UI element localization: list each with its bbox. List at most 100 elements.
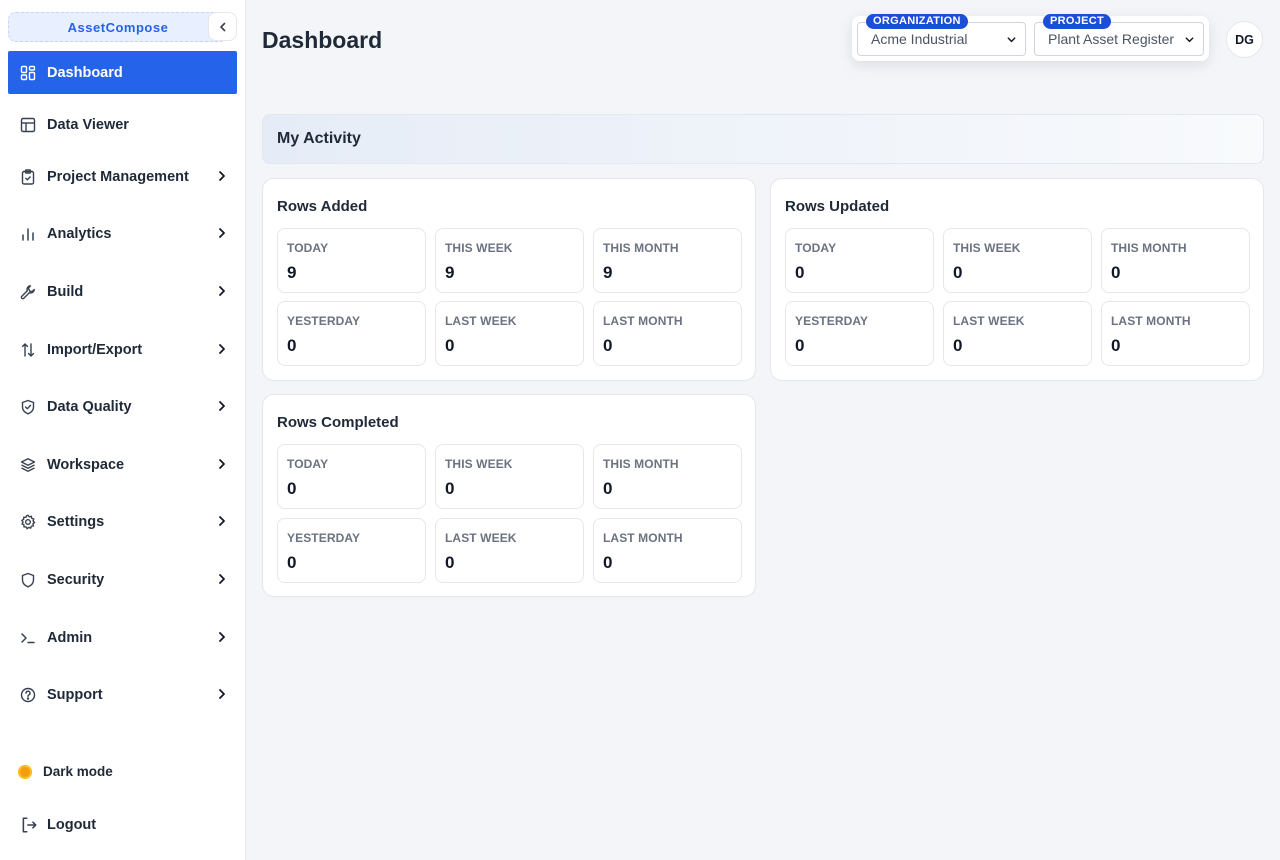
sidebar-item-label: Data Viewer bbox=[47, 116, 129, 133]
dark-mode-label: Dark mode bbox=[43, 764, 113, 779]
stat-label: THIS MONTH bbox=[1111, 241, 1187, 255]
sidebar-item-label: Analytics bbox=[47, 225, 112, 242]
brand-logo[interactable]: AssetCompose bbox=[8, 12, 228, 42]
stat-label: YESTERDAY bbox=[287, 531, 361, 545]
collapse-sidebar-button[interactable] bbox=[208, 12, 237, 41]
stat-value: 0 bbox=[445, 553, 455, 572]
sidebar-item-admin[interactable]: Admin bbox=[8, 616, 237, 659]
shield-icon bbox=[19, 571, 37, 589]
stat-value: 9 bbox=[603, 263, 613, 282]
stat-label: TODAY bbox=[795, 241, 837, 255]
help-circle-icon bbox=[19, 686, 37, 704]
stat-label: LAST MONTH bbox=[603, 314, 683, 328]
stat-tile: THIS WEEK 0 bbox=[435, 444, 584, 509]
logout-button[interactable]: Logout bbox=[20, 816, 96, 834]
stat-tile: TODAY 0 bbox=[277, 444, 426, 509]
sun-icon bbox=[18, 764, 32, 779]
sidebar-item-label: Support bbox=[47, 686, 103, 703]
sidebar-item-dashboard[interactable]: Dashboard bbox=[8, 51, 237, 94]
user-avatar[interactable]: DG bbox=[1226, 21, 1263, 58]
sidebar-item-label: Dashboard bbox=[47, 64, 123, 81]
stat-label: LAST MONTH bbox=[1111, 314, 1191, 328]
stat-value: 0 bbox=[795, 263, 805, 282]
stat-value: 0 bbox=[603, 336, 613, 355]
stat-label: YESTERDAY bbox=[287, 314, 361, 328]
chevron-right-icon bbox=[219, 171, 225, 181]
context-selectors: ORGANIZATION Acme Industrial PROJECT Pla… bbox=[852, 14, 1209, 61]
card-title: Rows Completed bbox=[277, 414, 399, 431]
chevron-right-icon bbox=[219, 286, 225, 296]
sidebar-item-label: Project Management bbox=[47, 168, 189, 185]
clipboard-icon bbox=[19, 168, 37, 186]
stat-tile: LAST WEEK 0 bbox=[435, 518, 584, 583]
sidebar-item-project-management[interactable]: Project Management bbox=[8, 155, 237, 198]
stat-label: TODAY bbox=[287, 241, 329, 255]
sidebar-item-data-viewer[interactable]: Data Viewer bbox=[8, 103, 237, 146]
stat-tile: LAST WEEK 0 bbox=[435, 301, 584, 366]
stat-tile: THIS MONTH 0 bbox=[593, 444, 742, 509]
chevron-right-icon bbox=[219, 689, 225, 699]
arrows-updown-icon bbox=[19, 341, 37, 359]
stat-tile: LAST MONTH 0 bbox=[593, 301, 742, 366]
sidebar-item-data-quality[interactable]: Data Quality bbox=[8, 385, 237, 428]
project-value: Plant Asset Register bbox=[1048, 31, 1175, 47]
dashboard-icon bbox=[19, 64, 37, 82]
stat-label: LAST WEEK bbox=[445, 314, 517, 328]
stat-value: 0 bbox=[287, 479, 297, 498]
sidebar-item-label: Data Quality bbox=[47, 398, 132, 415]
stat-value: 0 bbox=[445, 336, 455, 355]
sidebar-item-label: Settings bbox=[47, 513, 105, 530]
stat-value: 0 bbox=[287, 553, 297, 572]
wrench-icon bbox=[19, 283, 37, 301]
stat-value: 0 bbox=[953, 336, 963, 355]
rows-updated-card: Rows Updated TODAY 0 THIS WEEK 0 THIS MO… bbox=[770, 178, 1264, 381]
project-select[interactable]: PROJECT Plant Asset Register bbox=[1034, 14, 1204, 56]
bar-chart-icon bbox=[19, 225, 37, 243]
sidebar-item-settings[interactable]: Settings bbox=[8, 500, 237, 543]
chevron-down-icon bbox=[1185, 37, 1194, 43]
sidebar-item-label: Build bbox=[47, 283, 84, 300]
card-title: Rows Updated bbox=[785, 198, 890, 215]
sidebar-item-import-export[interactable]: Import/Export bbox=[8, 328, 237, 371]
card-title: Rows Added bbox=[277, 198, 368, 215]
logout-label: Logout bbox=[47, 817, 97, 833]
section-title: My Activity bbox=[277, 130, 361, 147]
stat-tile: YESTERDAY 0 bbox=[277, 301, 426, 366]
stat-tile: LAST WEEK 0 bbox=[943, 301, 1092, 366]
dark-mode-toggle[interactable]: Dark mode bbox=[18, 764, 113, 779]
chevron-right-icon bbox=[219, 574, 225, 584]
stat-tile: TODAY 0 bbox=[785, 228, 934, 293]
stat-value: 0 bbox=[1111, 336, 1121, 355]
project-badge: PROJECT bbox=[1043, 14, 1112, 29]
stat-value: 0 bbox=[603, 479, 613, 498]
stat-tile: THIS MONTH 0 bbox=[1101, 228, 1250, 293]
sidebar-item-support[interactable]: Support bbox=[8, 673, 237, 716]
logout-icon bbox=[20, 816, 38, 834]
stat-value: 9 bbox=[287, 263, 297, 282]
terminal-icon bbox=[19, 629, 37, 647]
rows-completed-card: Rows Completed TODAY 0 THIS WEEK 0 THIS … bbox=[262, 394, 756, 597]
sidebar-item-workspace[interactable]: Workspace bbox=[8, 443, 237, 486]
stat-tile: THIS MONTH 9 bbox=[593, 228, 742, 293]
stat-label: LAST MONTH bbox=[603, 531, 683, 545]
table-icon bbox=[19, 116, 37, 134]
sidebar-item-label: Import/Export bbox=[47, 341, 143, 358]
chevron-right-icon bbox=[219, 401, 225, 411]
stat-tile: TODAY 9 bbox=[277, 228, 426, 293]
chevron-right-icon bbox=[219, 344, 225, 354]
organization-select[interactable]: ORGANIZATION Acme Industrial bbox=[857, 14, 1026, 56]
sidebar-item-analytics[interactable]: Analytics bbox=[8, 212, 237, 255]
my-activity-header: My Activity bbox=[262, 114, 1264, 164]
stat-label: THIS MONTH bbox=[603, 457, 679, 471]
stat-value: 0 bbox=[603, 553, 613, 572]
sidebar-item-security[interactable]: Security bbox=[8, 558, 237, 601]
chevron-right-icon bbox=[219, 228, 225, 238]
layers-icon bbox=[19, 456, 37, 474]
sidebar-item-build[interactable]: Build bbox=[8, 270, 237, 313]
stat-label: THIS WEEK bbox=[445, 241, 513, 255]
stat-tile: LAST MONTH 0 bbox=[593, 518, 742, 583]
chevron-right-icon bbox=[219, 516, 225, 526]
chevron-right-icon bbox=[219, 459, 225, 469]
stat-label: THIS WEEK bbox=[445, 457, 513, 471]
page-title: Dashboard bbox=[262, 27, 383, 53]
